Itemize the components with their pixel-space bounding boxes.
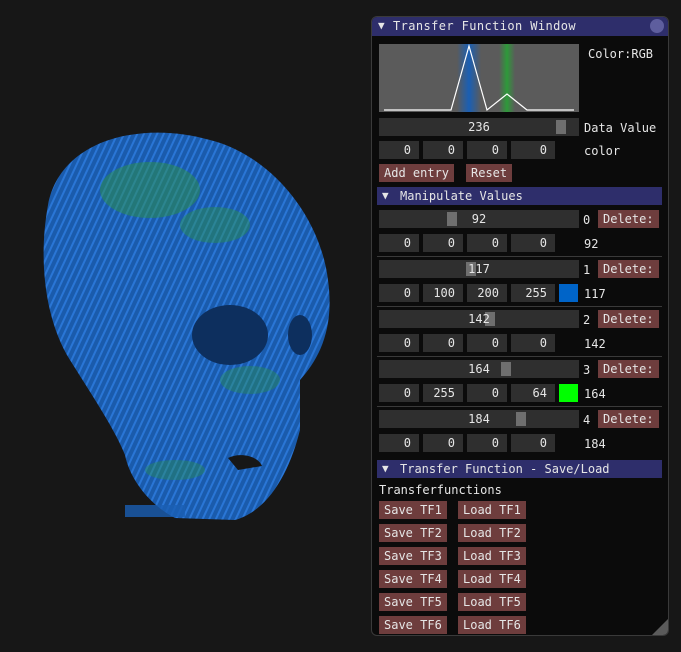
entry-value-output: 92: [584, 237, 599, 251]
entry-color-swatch[interactable]: [559, 384, 578, 402]
load-tf-button[interactable]: Load TF3: [458, 547, 526, 565]
entry-index: 4: [583, 413, 591, 427]
delete-entry-button[interactable]: Delete:: [598, 360, 659, 378]
save-tf-button[interactable]: Save TF4: [379, 570, 447, 588]
reset-button[interactable]: Reset: [466, 164, 513, 182]
delete-entry-button[interactable]: Delete:: [598, 310, 659, 328]
collapse-triangle-down-icon[interactable]: ▼: [378, 19, 385, 32]
transfer-function-window[interactable]: ▼ Transfer Function Window Color:RGB 236…: [371, 16, 669, 636]
entry-a-field[interactable]: 0: [511, 334, 555, 352]
volume-render-viewport[interactable]: [0, 0, 370, 652]
color-a-field[interactable]: 0: [511, 141, 555, 159]
collapse-triangle-down-icon: ▼: [382, 462, 389, 475]
load-tf-button[interactable]: Load TF2: [458, 524, 526, 542]
transferfunctions-label: Transferfunctions: [379, 483, 502, 497]
entry-value-slider[interactable]: 184: [379, 410, 579, 428]
entry-value-output: 164: [584, 387, 606, 401]
save-tf-button[interactable]: Save TF1: [379, 501, 447, 519]
manipulate-values-title: Manipulate Values: [400, 189, 523, 203]
entry-separator: [377, 356, 662, 357]
load-tf-button[interactable]: Load TF1: [458, 501, 526, 519]
entry-r-field[interactable]: 0: [379, 434, 419, 452]
window-title: Transfer Function Window: [393, 19, 576, 33]
color-mode-label: Color:RGB: [588, 47, 654, 61]
save-tf-button[interactable]: Save TF6: [379, 616, 447, 634]
color-label: color: [584, 144, 621, 158]
entry-value-slider[interactable]: 142: [379, 310, 579, 328]
entry-value-text: 184: [468, 412, 490, 426]
load-tf-button[interactable]: Load TF6: [458, 616, 526, 634]
color-r-field[interactable]: 0: [379, 141, 419, 159]
entry-value-slider[interactable]: 92: [379, 210, 579, 228]
entry-value-slider[interactable]: 164: [379, 360, 579, 378]
entry-g-field[interactable]: 0: [423, 434, 463, 452]
entry-value-output: 142: [584, 337, 606, 351]
entry-r-field[interactable]: 0: [379, 284, 419, 302]
entry-index: 1: [583, 263, 591, 277]
save-tf-button[interactable]: Save TF3: [379, 547, 447, 565]
save-load-header[interactable]: ▼ Transfer Function - Save/Load: [377, 460, 662, 478]
entry-b-field[interactable]: 0: [467, 234, 507, 252]
entry-index: 3: [583, 363, 591, 377]
transfer-function-histogram[interactable]: [379, 43, 579, 112]
entry-a-field[interactable]: 0: [511, 234, 555, 252]
entry-separator: [377, 306, 662, 307]
entry-value-text: 92: [471, 212, 487, 226]
data-value-text: 236: [468, 120, 490, 134]
data-value-slider[interactable]: 236: [379, 118, 579, 136]
entry-b-field[interactable]: 200: [467, 284, 507, 302]
entry-r-field[interactable]: 0: [379, 384, 419, 402]
entry-separator: [377, 256, 662, 257]
entry-b-field[interactable]: 0: [467, 384, 507, 402]
entry-b-field[interactable]: 0: [467, 434, 507, 452]
entry-value-text: 164: [468, 362, 490, 376]
resize-grip-icon[interactable]: [652, 619, 668, 635]
window-titlebar[interactable]: ▼ Transfer Function Window: [372, 17, 668, 36]
entry-index: 0: [583, 213, 591, 227]
load-tf-button[interactable]: Load TF4: [458, 570, 526, 588]
color-b-field[interactable]: 0: [467, 141, 507, 159]
entry-value-output: 184: [584, 437, 606, 451]
entry-a-field[interactable]: 64: [511, 384, 555, 402]
entry-g-field[interactable]: 0: [423, 334, 463, 352]
close-icon[interactable]: [650, 19, 664, 33]
save-tf-button[interactable]: Save TF2: [379, 524, 447, 542]
entry-g-field[interactable]: 100: [423, 284, 463, 302]
data-value-label: Data Value: [584, 121, 657, 135]
entry-color-swatch[interactable]: [559, 284, 578, 302]
save-tf-button[interactable]: Save TF5: [379, 593, 447, 611]
manipulate-values-header[interactable]: ▼ Manipulate Values: [377, 187, 662, 205]
save-load-title: Transfer Function - Save/Load: [400, 462, 610, 476]
entry-a-field[interactable]: 255: [511, 284, 555, 302]
entry-value-output: 117: [584, 287, 606, 301]
delete-entry-button[interactable]: Delete:: [598, 210, 659, 228]
collapse-triangle-down-icon: ▼: [382, 189, 389, 202]
delete-entry-button[interactable]: Delete:: [598, 260, 659, 278]
entry-separator: [377, 406, 662, 407]
entry-r-field[interactable]: 0: [379, 334, 419, 352]
entry-b-field[interactable]: 0: [467, 334, 507, 352]
entry-g-field[interactable]: 0: [423, 234, 463, 252]
skull-volume-render: [43, 132, 330, 520]
entry-r-field[interactable]: 0: [379, 234, 419, 252]
add-entry-button[interactable]: Add entry: [379, 164, 455, 182]
delete-entry-button[interactable]: Delete:: [598, 410, 659, 428]
entry-value-slider[interactable]: 117: [379, 260, 579, 278]
entry-g-field[interactable]: 255: [423, 384, 463, 402]
entry-index: 2: [583, 313, 591, 327]
entry-value-text: 142: [468, 312, 490, 326]
entry-value-text: 117: [468, 262, 490, 276]
load-tf-button[interactable]: Load TF5: [458, 593, 526, 611]
entry-a-field[interactable]: 0: [511, 434, 555, 452]
color-g-field[interactable]: 0: [423, 141, 463, 159]
